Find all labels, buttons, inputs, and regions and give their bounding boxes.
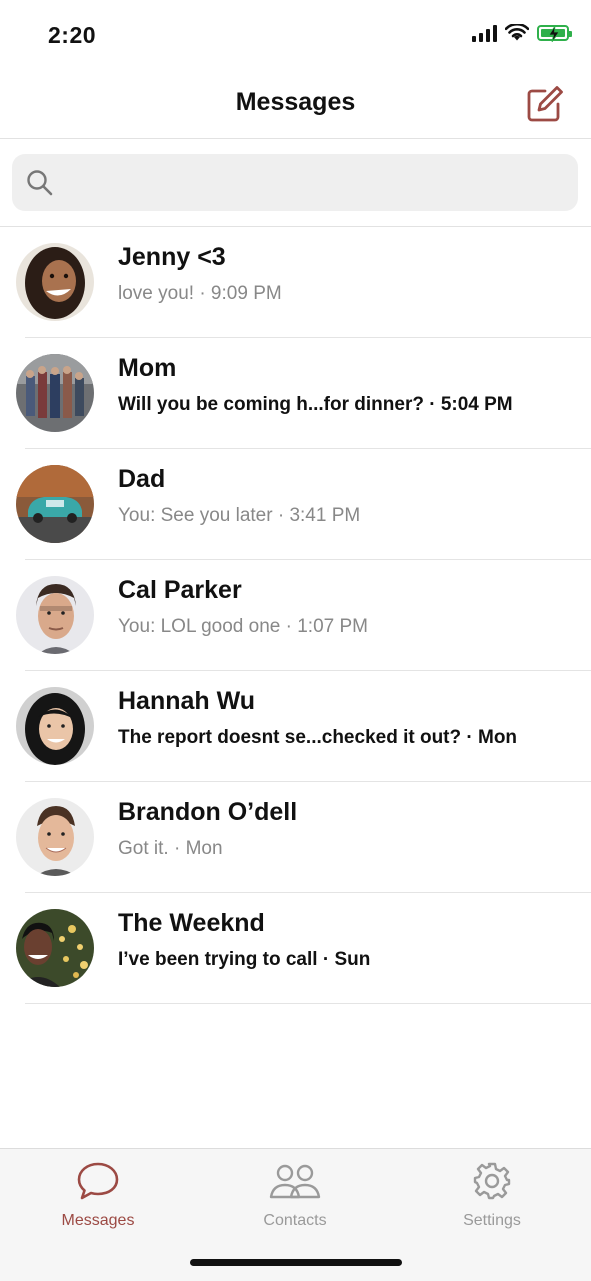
avatar (16, 909, 94, 987)
conversation-row[interactable]: Hannah Wu The report doesnt se...checked… (16, 671, 591, 782)
chat-bubble-icon (77, 1162, 119, 1200)
compose-button[interactable] (525, 84, 565, 124)
message-preview: I’ve been trying to call · Sun (118, 949, 371, 970)
gear-icon (473, 1162, 511, 1200)
battery-icon (537, 25, 572, 42)
conversation-row[interactable]: Jenny <3 love you! · 9:09 PM (16, 227, 591, 338)
contact-name: Jenny <3 (118, 243, 226, 271)
message-preview: Will you be coming h...for dinner? · 5:0… (118, 394, 513, 415)
conversation-row[interactable]: Mom Will you be coming h...for dinner? ·… (16, 338, 591, 449)
tab-label: Messages (61, 1212, 135, 1229)
avatar (16, 576, 94, 654)
tab-settings[interactable]: Settings (422, 1161, 562, 1230)
cellular-signal-icon (472, 24, 497, 42)
home-indicator (190, 1259, 402, 1266)
conversation-row[interactable]: The Weeknd I’ve been trying to call · Su… (16, 893, 591, 1004)
message-preview: You: See you later · 3:41 PM (118, 505, 361, 526)
conversation-list: Jenny <3 love you! · 9:09 PM Mom Will yo… (0, 227, 591, 1004)
wifi-icon (505, 24, 529, 41)
message-preview: love you! · 9:09 PM (118, 283, 282, 304)
contact-name: The Weeknd (118, 909, 265, 937)
contact-name: Cal Parker (118, 576, 242, 604)
status-icons (472, 24, 572, 42)
conversation-row[interactable]: Dad You: See you later · 3:41 PM (16, 449, 591, 560)
compose-icon (527, 86, 563, 122)
conversation-row[interactable]: Cal Parker You: LOL good one · 1:07 PM (16, 560, 591, 671)
tab-label: Settings (463, 1212, 521, 1229)
page-title: Messages (235, 88, 356, 116)
message-preview: The report doesnt se...checked it out? ·… (118, 727, 518, 748)
conversation-row[interactable]: Brandon O’dell Got it. · Mon (16, 782, 591, 893)
status-time: 2:20 (48, 22, 97, 48)
message-preview: You: LOL good one · 1:07 PM (118, 616, 368, 637)
tab-contacts[interactable]: Contacts (225, 1161, 365, 1230)
contact-name: Dad (118, 465, 166, 493)
contact-name: Hannah Wu (118, 687, 256, 715)
status-bar: 2:20 (0, 0, 591, 70)
avatar (16, 354, 94, 432)
avatar (16, 798, 94, 876)
search-bar[interactable] (12, 154, 578, 211)
contact-name: Mom (118, 354, 177, 382)
navigation-header: Messages (0, 70, 591, 139)
people-icon (269, 1164, 321, 1199)
search-icon (27, 170, 53, 196)
tab-messages[interactable]: Messages (28, 1161, 168, 1230)
avatar (16, 465, 94, 543)
message-preview: Got it. · Mon (118, 838, 223, 859)
tab-label: Contacts (263, 1212, 327, 1229)
avatar (16, 243, 94, 321)
search-input[interactable] (64, 164, 558, 202)
avatar (16, 687, 94, 765)
contact-name: Brandon O’dell (118, 798, 298, 826)
